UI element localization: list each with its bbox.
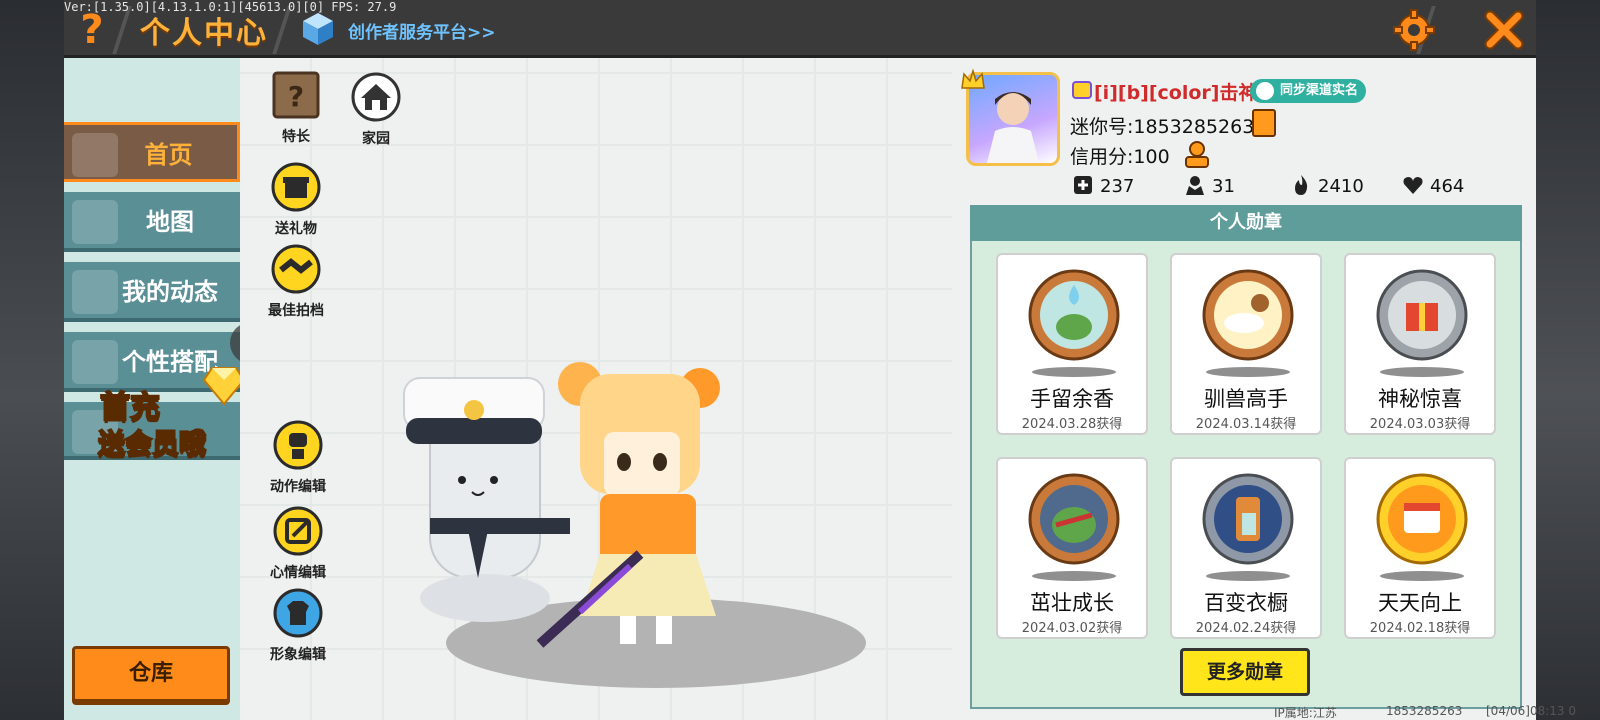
vip-badge-icon [1072, 81, 1092, 99]
stat-add-value: 237 [1100, 176, 1135, 197]
fans-icon [1186, 176, 1204, 195]
copy-icon[interactable] [1252, 109, 1276, 137]
mini-id: 迷你号:1853285263 [1070, 116, 1255, 138]
home-action[interactable]: 家园 [336, 72, 416, 148]
promo-line-1: 首充 [99, 389, 161, 426]
flame-icon [1295, 175, 1308, 195]
water-drop-medal-icon [1028, 269, 1120, 361]
medal-name: 百变衣橱 [1204, 591, 1288, 615]
medal-card[interactable]: 天天向上 2024.02.18获得 [1344, 457, 1496, 639]
svg-text:?: ? [288, 80, 304, 113]
footer-uid: 1853285263 [1386, 704, 1463, 718]
nickname: [i][b][color]击神 [1094, 82, 1258, 104]
medal-name: 手留余香 [1030, 387, 1114, 411]
nav-item-label: 地图 [146, 208, 194, 236]
background-right [1536, 0, 1600, 720]
look-edit-action[interactable]: 形象编辑 [258, 588, 338, 664]
medal-shadow [1206, 367, 1290, 377]
stat-likes-value: 464 [1430, 176, 1465, 197]
stat-hot: 2410 [1290, 174, 1364, 200]
close-icon[interactable] [1482, 8, 1526, 52]
promo-line-2: 送会员哦 [97, 428, 207, 461]
medal-date: 2024.03.28获得 [1021, 417, 1123, 432]
gear-icon[interactable] [1392, 8, 1436, 52]
handshake-icon [271, 244, 321, 294]
medal-date: 2024.03.02获得 [1021, 621, 1123, 636]
medal-card[interactable]: 百变衣橱 2024.02.24获得 [1170, 457, 1322, 639]
nav-item-map[interactable]: 地图 [64, 192, 240, 252]
creator-platform-link[interactable]: 创作者服务平台>> [348, 18, 496, 43]
credit-person-icon[interactable] [1182, 140, 1212, 168]
medal-card[interactable]: 茁壮成长 2024.03.02获得 [996, 457, 1148, 639]
crown-icon [961, 68, 985, 89]
gift-icon [271, 162, 321, 212]
nav-item-feed[interactable]: 我的动态 [64, 262, 240, 322]
first-recharge-promo[interactable]: 首充 送会员哦 [94, 366, 250, 470]
gift-label: 送礼物 [275, 221, 317, 237]
version-info: Ver:[1.35.0][4.13.1.0:1][45613.0][0] FPS… [64, 0, 397, 14]
stat-fans-value: 31 [1212, 176, 1235, 197]
medal-header: 个人勋章 [970, 205, 1522, 241]
medal-date: 2024.03.14获得 [1195, 417, 1297, 432]
motion-edit-action[interactable]: 动作编辑 [258, 420, 338, 496]
nav-item-label: 我的动态 [122, 278, 218, 306]
talent-label: 特长 [282, 129, 310, 145]
stat-fans: 31 [1184, 174, 1235, 200]
medal-name: 天天向上 [1378, 591, 1462, 615]
robot-icon [273, 420, 323, 470]
stat-add: 237 [1072, 174, 1134, 200]
question-box-icon: ? [272, 71, 320, 119]
character-stage-area: ? 特长 家园 送礼物 最佳拍档 动作编辑 心情编辑 形象编辑 [240, 58, 952, 720]
cube-icon [303, 13, 333, 45]
medal-card[interactable]: 手留余香 2024.03.28获得 [996, 253, 1148, 435]
ip-location: IP属地:江苏 [1274, 706, 1337, 720]
mood-edit-action[interactable]: 心情编辑 [258, 506, 338, 582]
warehouse-button[interactable]: 仓库 [72, 646, 230, 702]
nav-item-label: 首页 [144, 141, 193, 169]
medal-card[interactable]: 驯兽高手 2024.03.14获得 [1170, 253, 1322, 435]
medal-shadow [1380, 571, 1464, 581]
mystery-gift-medal-icon [1376, 269, 1468, 361]
medal-shadow [1206, 571, 1290, 581]
medal-date: 2024.03.03获得 [1369, 417, 1471, 432]
home-label: 家园 [362, 131, 390, 147]
house-icon [351, 72, 401, 122]
medal-date: 2024.02.24获得 [1195, 621, 1297, 636]
nav-item-home[interactable]: 首页 [64, 122, 240, 182]
best-partner-label: 最佳拍档 [268, 303, 324, 319]
heart-icon [1403, 177, 1423, 194]
background-left [0, 0, 64, 720]
calendar-medal-icon [1376, 473, 1468, 565]
credit-score: 信用分:100 [1070, 146, 1170, 168]
medal-date: 2024.02.18获得 [1369, 621, 1471, 636]
mood-edit-label: 心情编辑 [270, 565, 326, 581]
stat-likes: 464 [1402, 174, 1464, 200]
frog-medal-icon [1028, 473, 1120, 565]
edit-icon [273, 506, 323, 556]
footer-time: [04/06]08:13 0 [1486, 704, 1576, 718]
outfit-icon [273, 588, 323, 638]
plus-square-icon [1074, 176, 1092, 194]
look-edit-label: 形象编辑 [270, 647, 326, 663]
more-medals-button[interactable]: 更多勋章 [1180, 648, 1310, 696]
realname-badge[interactable]: 同步渠道实名 [1250, 79, 1367, 103]
stat-hot-value: 2410 [1318, 176, 1364, 197]
player-character[interactable] [520, 354, 750, 654]
medal-name: 神秘惊喜 [1378, 387, 1462, 411]
medal-shadow [1032, 571, 1116, 581]
talent-action[interactable]: ? 特长 [256, 70, 336, 146]
monkey-horse-medal-icon [1202, 269, 1294, 361]
best-partner-action[interactable]: 最佳拍档 [256, 244, 336, 320]
wardrobe-medal-icon [1202, 473, 1294, 565]
medal-name: 茁壮成长 [1030, 591, 1114, 615]
medal-shadow [1032, 367, 1116, 377]
medal-shadow [1380, 367, 1464, 377]
page-title: 个人中心 [140, 16, 268, 51]
medal-card[interactable]: 神秘惊喜 2024.03.03获得 [1344, 253, 1496, 435]
medal-name: 驯兽高手 [1204, 387, 1288, 411]
motion-edit-label: 动作编辑 [270, 479, 326, 495]
gift-action[interactable]: 送礼物 [256, 162, 336, 238]
